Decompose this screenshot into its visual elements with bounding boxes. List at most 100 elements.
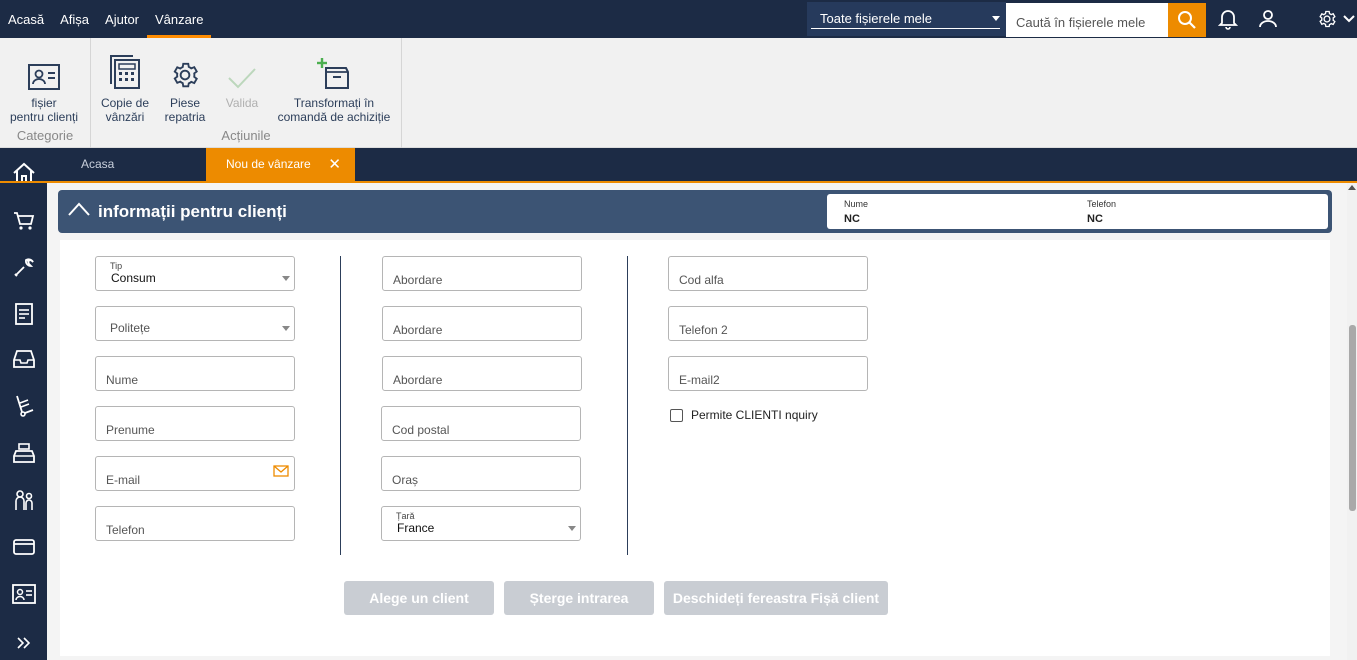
allow-inquiry-checkbox[interactable] xyxy=(670,408,683,422)
phone-placeholder: Telefon xyxy=(106,523,145,537)
customer-file-label: fișier pentru clienți xyxy=(9,96,79,124)
nav-contacts[interactable] xyxy=(0,574,47,614)
group-label-actiunile: Acțiunile xyxy=(221,128,271,143)
user-button[interactable] xyxy=(1255,6,1281,32)
address-field-2[interactable]: Abordare xyxy=(382,306,582,341)
expand-menu-button[interactable] xyxy=(1341,6,1357,32)
alpha-code-field[interactable]: Cod alfa xyxy=(668,256,868,291)
chevron-down-icon xyxy=(992,16,1000,21)
search-button[interactable] xyxy=(1168,3,1206,37)
file-scope-value: Toate fișierele mele xyxy=(820,11,932,26)
contact-card-icon xyxy=(11,584,36,604)
email-placeholder: E-mail xyxy=(106,473,141,487)
tab-bar: Acasa Nou de vânzare ✕ xyxy=(47,148,1357,181)
credit-card-icon xyxy=(12,539,35,555)
first-name-field[interactable]: Prenume xyxy=(95,406,295,441)
phone2-field[interactable]: Telefon 2 xyxy=(668,306,868,341)
delete-entry-button[interactable]: Șterge intrarea xyxy=(504,581,654,615)
checkmark-icon xyxy=(228,68,256,89)
email2-placeholder: E-mail2 xyxy=(679,373,720,387)
alpha-code-placeholder: Cod alfa xyxy=(679,273,724,287)
people-icon xyxy=(14,490,33,510)
search-input[interactable] xyxy=(1006,3,1168,37)
type-value: Consum xyxy=(111,271,156,285)
email2-field[interactable]: E-mail2 xyxy=(668,356,868,391)
convert-purchase-order-button[interactable]: Transformați în comandă de achiziție xyxy=(274,52,394,124)
repair-parts-button[interactable]: Piese repatria xyxy=(160,52,210,124)
summary-phone-value: NC xyxy=(1087,213,1103,225)
gear-icon xyxy=(173,62,198,88)
gear-icon xyxy=(1319,10,1336,28)
copy-sale-label: Copie de vânzări xyxy=(100,96,150,124)
menu-afisa[interactable]: Afișa xyxy=(52,0,97,38)
postal-code-placeholder: Cod postal xyxy=(392,423,450,437)
file-scope-select[interactable]: Toate fișierele mele xyxy=(807,2,1006,36)
menu-ajutor[interactable]: Ajutor xyxy=(97,0,147,38)
politeness-select[interactable]: Politețe xyxy=(95,306,295,341)
last-name-field[interactable]: Nume xyxy=(95,356,295,391)
customer-file-button[interactable]: fișier pentru clienți xyxy=(6,52,82,124)
cash-register-icon xyxy=(12,443,35,463)
summary-name-label: Nume xyxy=(844,199,869,209)
open-client-file-button[interactable]: Deschideți fereastra Fișă client xyxy=(664,581,888,615)
address-field-3[interactable]: Abordare xyxy=(382,356,582,391)
main-menu: Acasă Afișa Ajutor Vânzare xyxy=(0,0,212,38)
chevron-down-icon xyxy=(282,276,290,281)
close-icon[interactable]: ✕ xyxy=(328,148,341,181)
nav-people[interactable] xyxy=(0,480,47,520)
nav-tools[interactable] xyxy=(0,247,47,287)
choose-client-button[interactable]: Alege un client xyxy=(344,581,494,615)
address-field-1[interactable]: Abordare xyxy=(382,256,582,291)
nav-documents[interactable] xyxy=(0,294,47,334)
nav-hand-truck[interactable] xyxy=(0,386,47,426)
cart-icon xyxy=(13,212,34,230)
nav-home[interactable] xyxy=(0,153,47,193)
customer-info-title: informații pentru clienți xyxy=(98,202,287,221)
copy-sale-button[interactable]: Copie de vânzări xyxy=(98,52,152,124)
group-label-categorie: Categorie xyxy=(16,128,74,143)
menu-vanzare[interactable]: Vânzare xyxy=(147,0,212,38)
mail-icon[interactable] xyxy=(273,465,289,480)
tab-new-sale[interactable]: Nou de vânzare ✕ xyxy=(206,148,355,181)
customer-form: Tip Consum Politețe Nume Prenume E-mail … xyxy=(60,240,1330,656)
user-icon xyxy=(1259,10,1277,28)
validate-button[interactable]: Valida xyxy=(220,52,264,110)
city-field[interactable]: Oraș xyxy=(381,456,581,491)
phone-field[interactable]: Telefon xyxy=(95,506,295,541)
type-select[interactable]: Tip Consum xyxy=(95,256,295,291)
summary-name-value: NC xyxy=(844,213,860,225)
nav-expand[interactable] xyxy=(0,623,47,660)
validate-label: Valida xyxy=(225,96,259,110)
copy-document-icon xyxy=(110,55,140,89)
tab-new-sale-label: Nou de vânzare xyxy=(226,157,311,171)
scroll-up-icon[interactable] xyxy=(1348,185,1356,190)
notifications-button[interactable] xyxy=(1215,6,1241,32)
postal-code-field[interactable]: Cod postal xyxy=(381,406,581,441)
nav-cart[interactable] xyxy=(0,201,47,241)
settings-button[interactable] xyxy=(1314,6,1340,32)
bell-icon xyxy=(1218,10,1238,30)
convert-purchase-order-label: Transformați în comandă de achiziție xyxy=(277,96,391,124)
contact-card-icon xyxy=(28,64,60,90)
main-content: informații pentru clienți Nume NC Telefo… xyxy=(47,183,1347,660)
last-name-placeholder: Nume xyxy=(106,373,139,387)
vertical-scrollbar[interactable] xyxy=(1347,183,1357,660)
scroll-thumb[interactable] xyxy=(1349,325,1356,511)
nav-register[interactable] xyxy=(0,433,47,473)
country-value: France xyxy=(397,521,435,535)
nav-payment[interactable] xyxy=(0,527,47,567)
phone2-placeholder: Telefon 2 xyxy=(679,323,728,337)
politeness-placeholder: Politețe xyxy=(110,321,151,335)
country-select[interactable]: Țară France xyxy=(381,506,581,541)
chevron-down-icon xyxy=(568,526,576,531)
menu-acasa[interactable]: Acasă xyxy=(0,0,52,38)
chevron-up-icon[interactable] xyxy=(67,201,91,220)
double-chevron-right-icon xyxy=(16,637,30,649)
nav-inbox[interactable] xyxy=(0,339,47,379)
allow-inquiry-checkbox-row[interactable]: Permite CLIENTI nquiry xyxy=(670,408,818,422)
customer-info-header[interactable]: informații pentru clienți Nume NC Telefo… xyxy=(58,190,1332,233)
tab-acasa[interactable]: Acasa xyxy=(81,148,114,181)
repair-parts-label: Piese repatria xyxy=(164,96,206,124)
email-field[interactable]: E-mail xyxy=(95,456,295,491)
top-bar: Acasă Afișa Ajutor Vânzare Toate fișiere… xyxy=(0,0,1357,38)
